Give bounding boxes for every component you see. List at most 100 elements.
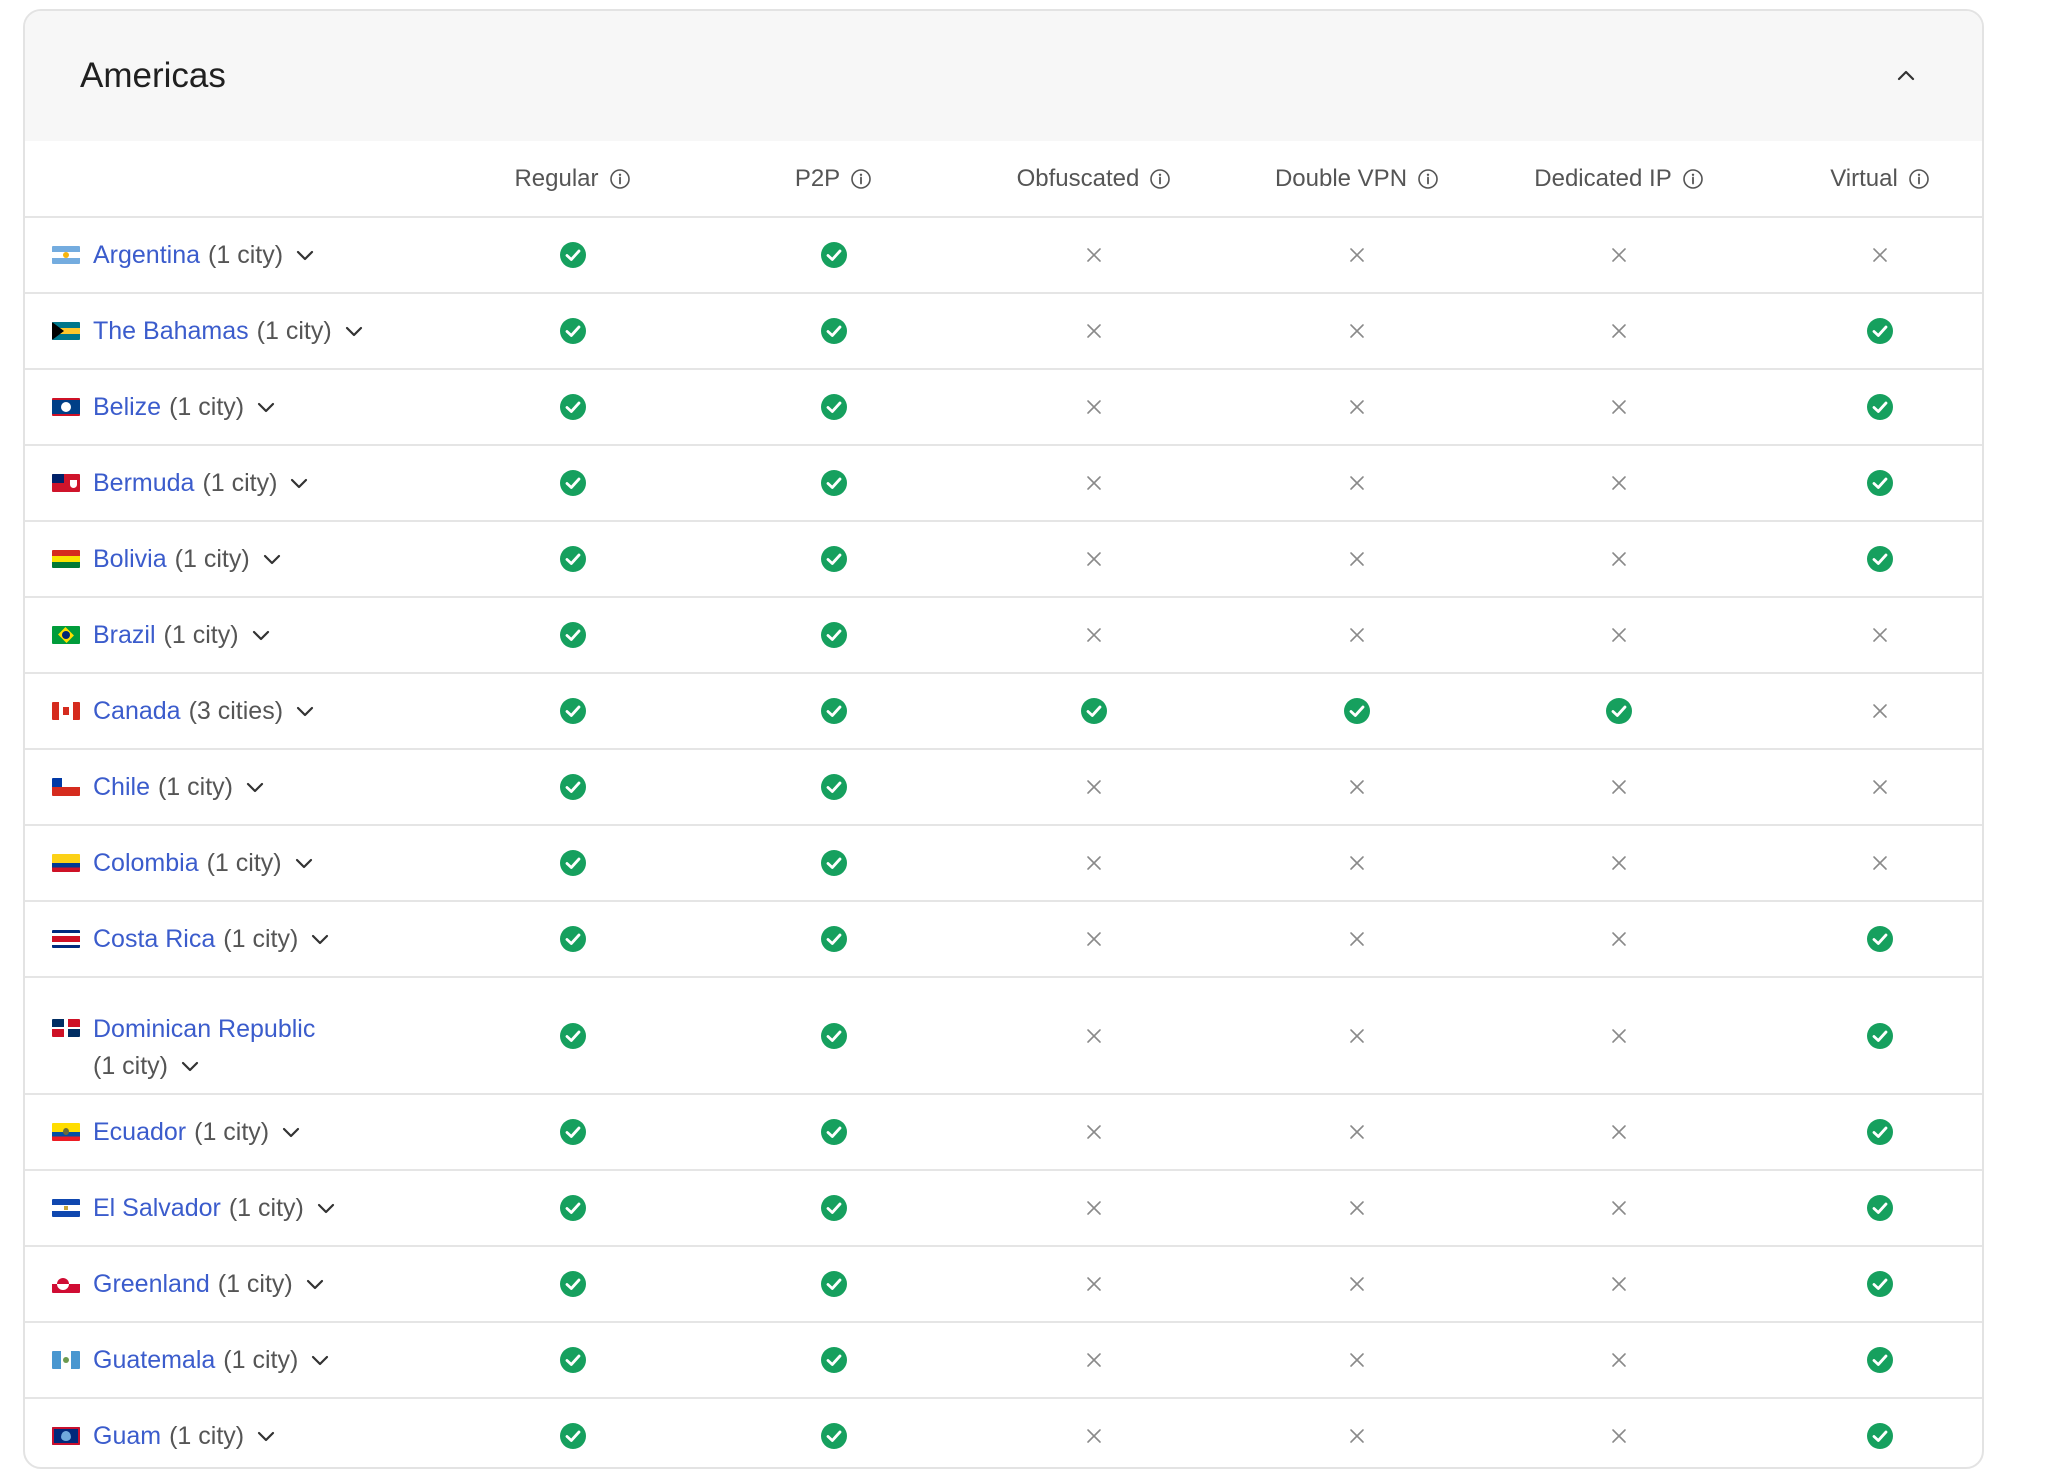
feature-cell-regular [440,1022,705,1050]
feature-cell-virtual [1750,393,1982,421]
cross-icon [1349,399,1365,415]
table-row: Belize (1 city) [25,370,1982,446]
feature-cell-obfuscated [962,855,1226,871]
feature-cell-dedicated_ip [1488,931,1750,947]
cross-icon [1872,627,1888,643]
feature-cell-p2p [705,393,962,421]
country-name-link[interactable]: Guatemala [93,1346,215,1375]
bolivia-flag-icon [52,550,80,568]
canada-flag-icon [52,702,80,720]
feature-cell-obfuscated [962,1352,1226,1368]
info-icon[interactable] [850,168,872,190]
info-icon[interactable] [1908,168,1930,190]
country-name-link[interactable]: The Bahamas [93,317,249,346]
info-icon[interactable] [1682,168,1704,190]
feature-cell-virtual [1750,545,1982,573]
chevron-down-icon[interactable] [308,1348,332,1372]
column-header-obfuscated: Obfuscated [962,165,1226,193]
feature-cell-dedicated_ip [1488,551,1750,567]
country-name-link[interactable]: Argentina [93,241,200,270]
feature-cell-p2p [705,773,962,801]
chevron-down-icon[interactable] [249,623,273,647]
cross-icon [1086,1200,1102,1216]
cross-icon [1872,855,1888,871]
feature-cell-dedicated_ip [1488,855,1750,871]
feature-cell-obfuscated [962,697,1226,725]
chevron-down-icon[interactable] [178,1054,202,1078]
chevron-down-icon[interactable] [293,243,317,267]
country-cell: Colombia (1 city) [25,849,440,878]
chevron-down-icon[interactable] [243,775,267,799]
country-name-link[interactable]: El Salvador [93,1194,221,1223]
region-card: Americas Regular P2P Obfuscated Double VPN D… [23,9,1984,1469]
cross-icon [1086,1028,1102,1044]
feature-cell-virtual [1750,925,1982,953]
cross-icon [1086,1124,1102,1140]
feature-cell-double_vpn [1226,931,1488,947]
check-circle-icon [559,773,587,801]
chevron-up-icon[interactable] [1886,56,1926,96]
chevron-down-icon[interactable] [293,699,317,723]
table-row: Argentina (1 city) [25,218,1982,294]
city-count: (1 city) [223,1345,299,1374]
feature-cell-p2p [705,1022,962,1050]
chevron-down-icon[interactable] [260,547,284,571]
table-row: Guam (1 city) [25,1399,1982,1467]
country-label: Dominican Republic (1 city) [93,1015,315,1081]
country-name-link[interactable]: Bolivia [93,545,167,574]
cross-icon [1086,323,1102,339]
check-circle-icon [1866,469,1894,497]
feature-cell-virtual [1750,317,1982,345]
country-name-link[interactable]: Costa Rica [93,925,215,954]
country-name-link[interactable]: Dominican Republic [93,1015,315,1044]
cross-icon [1349,1200,1365,1216]
country-name-link[interactable]: Colombia [93,849,199,878]
chevron-down-icon[interactable] [303,1272,327,1296]
cross-icon [1611,1352,1627,1368]
chevron-down-icon[interactable] [254,395,278,419]
chevron-down-icon[interactable] [308,927,332,951]
country-name-link[interactable]: Bermuda [93,469,194,498]
feature-cell-regular [440,1194,705,1222]
column-label: Regular [514,164,599,192]
chevron-down-icon[interactable] [279,1120,303,1144]
cross-icon [1611,1028,1627,1044]
cross-icon [1086,779,1102,795]
chevron-down-icon[interactable] [314,1196,338,1220]
dominican-republic-flag-icon [52,1018,80,1037]
cross-icon [1349,1352,1365,1368]
info-icon[interactable] [1149,168,1171,190]
city-line: (1 city) [93,1052,315,1081]
check-circle-icon [820,621,848,649]
info-icon[interactable] [1417,168,1439,190]
feature-cell-dedicated_ip [1488,1276,1750,1292]
country-name-link[interactable]: Guam [93,1422,161,1451]
cross-icon [1349,855,1365,871]
country-name-link[interactable]: Brazil [93,621,156,650]
ecuador-flag-icon [52,1123,80,1141]
check-circle-icon [1866,1118,1894,1146]
cross-icon [1611,551,1627,567]
city-count: (3 cities) [188,696,284,725]
chevron-down-icon[interactable] [254,1424,278,1448]
country-name-link[interactable]: Chile [93,773,150,802]
feature-cell-double_vpn [1226,1352,1488,1368]
region-header[interactable]: Americas [25,11,1982,141]
check-circle-icon [820,1118,848,1146]
check-circle-icon [820,1422,848,1450]
feature-cell-regular [440,925,705,953]
chevron-down-icon[interactable] [342,319,366,343]
country-name-link[interactable]: Ecuador [93,1118,186,1147]
chevron-down-icon[interactable] [292,851,316,875]
column-header-p2p: P2P [705,165,962,193]
cross-icon [1349,1276,1365,1292]
argentina-flag-icon [52,246,80,264]
country-name-link[interactable]: Canada [93,697,181,726]
country-name-link[interactable]: Greenland [93,1270,210,1299]
chevron-down-icon[interactable] [287,471,311,495]
country-name-link[interactable]: Belize [93,393,161,422]
feature-cell-regular [440,1346,705,1374]
feature-cell-dedicated_ip [1488,475,1750,491]
info-icon[interactable] [609,168,631,190]
check-circle-icon [820,241,848,269]
